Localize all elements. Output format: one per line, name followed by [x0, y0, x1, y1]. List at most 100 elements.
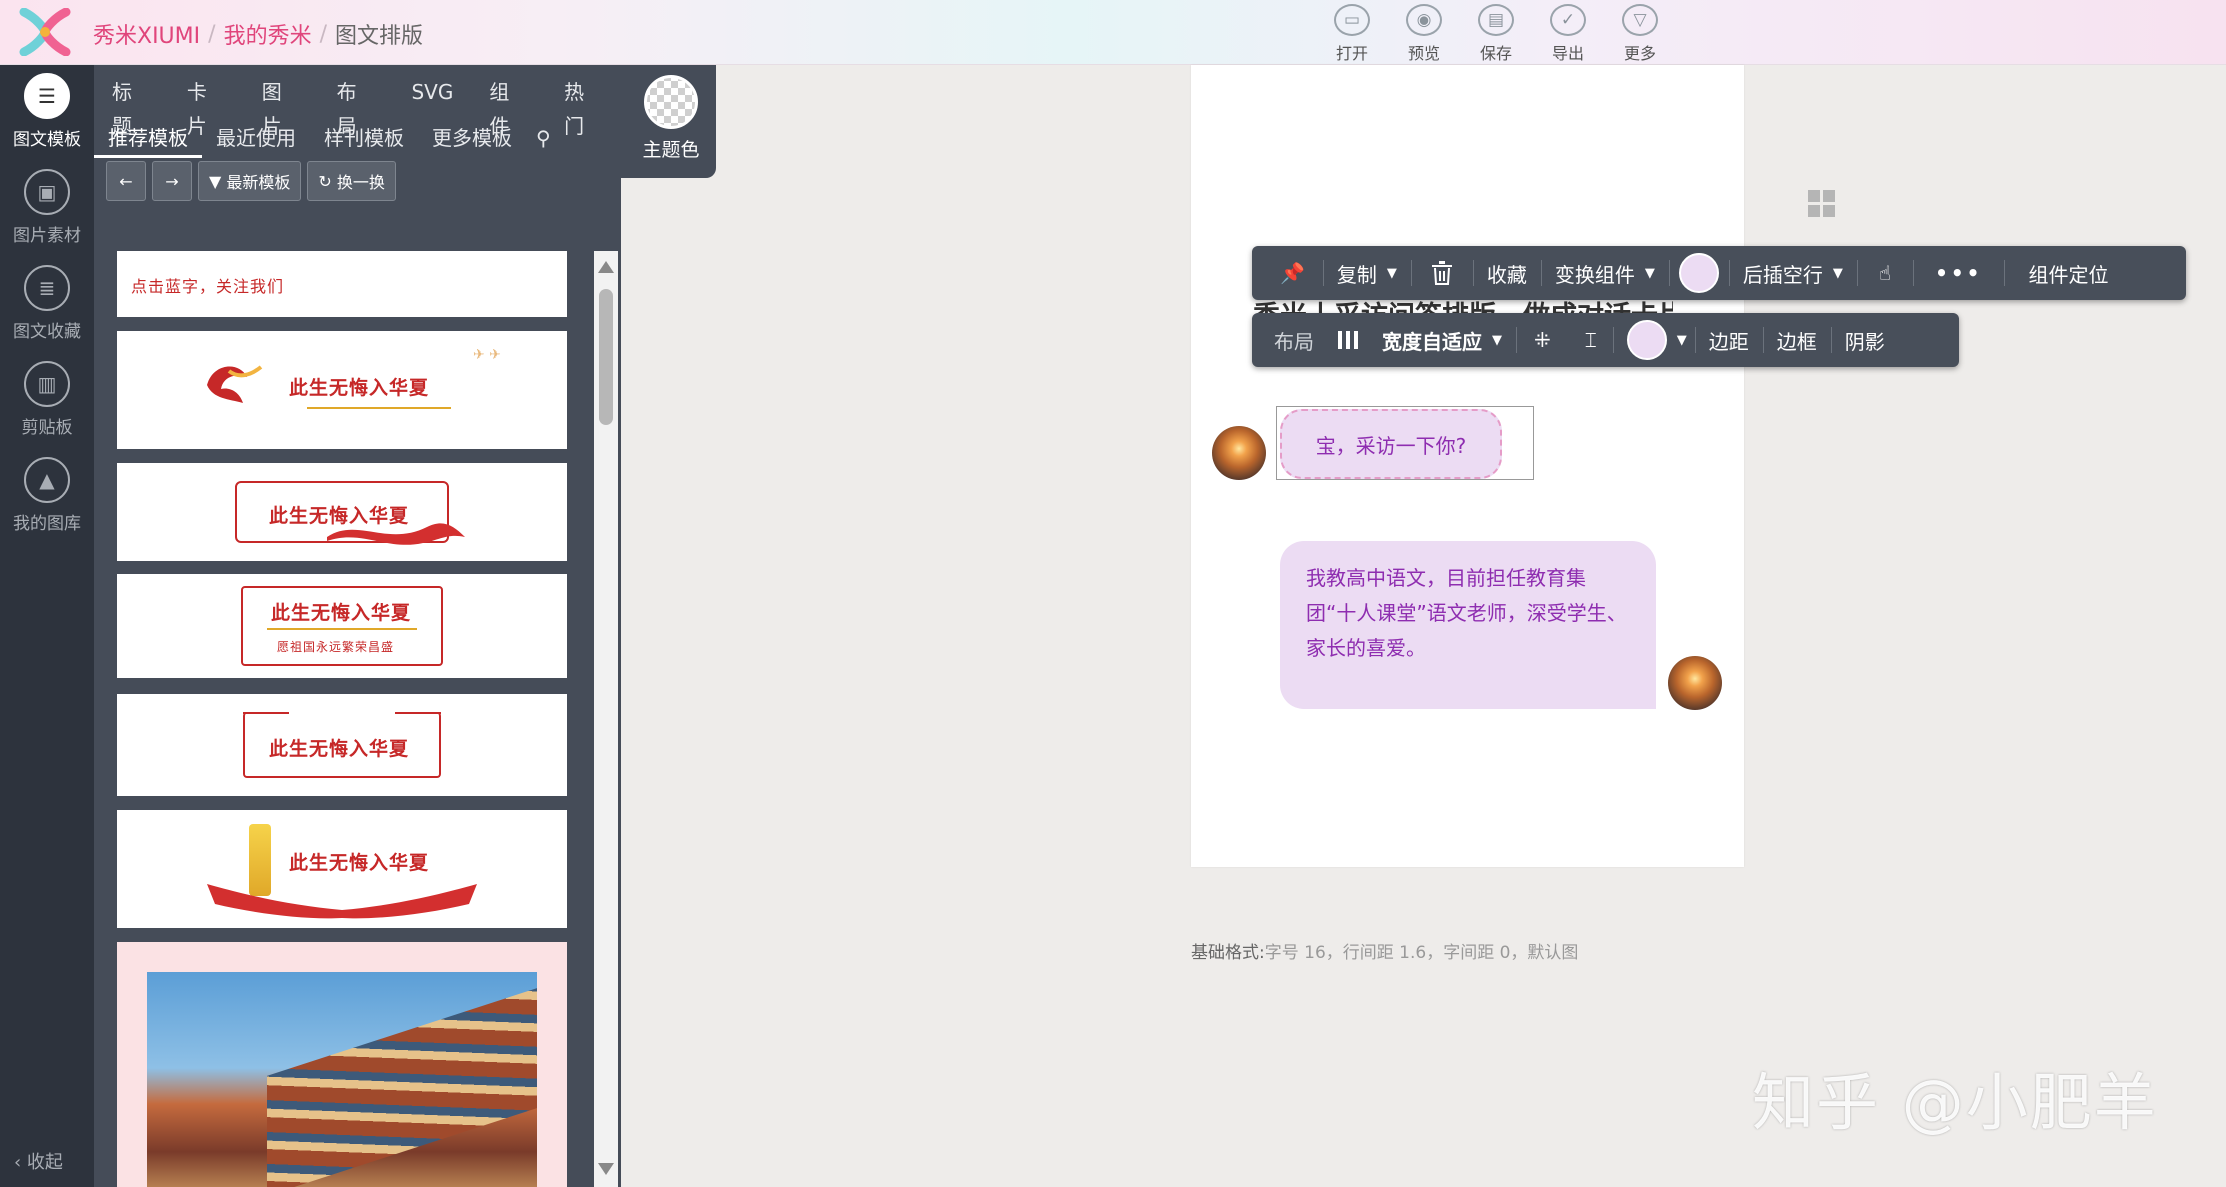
align-button[interactable]: ⁜	[1516, 313, 1569, 367]
bg-color-picker[interactable]: ▼	[1612, 313, 1695, 367]
pin-button[interactable]: 📌	[1252, 246, 1323, 300]
component-toolbar: 📌 复制 ▼ 收藏 变换组件 ▼ 后插空行 ▼ ☝ ••• 组件定位	[1252, 246, 2186, 300]
chat-bubble-question[interactable]: 宝，采访一下你?	[1280, 409, 1502, 479]
more-options-button[interactable]: •••	[1913, 246, 2004, 300]
switch-component-button[interactable]: 变换组件 ▼	[1540, 246, 1669, 300]
frame-corner	[243, 712, 289, 714]
top-header: 秀米XIUMI / 我的秀米 / 图文排版 ▭ 打开 ◉ 预览 ▤ 保存 ✓ 导…	[0, 0, 2226, 65]
avatar-interviewer	[1212, 426, 1266, 480]
base-format-info: 基础格式:字号 16，行间距 1.6，字间距 0，默认图	[1191, 938, 1578, 963]
layout-label: 布局	[1274, 329, 1314, 354]
subtab-more[interactable]: 更多模板	[418, 118, 526, 158]
margin-label: 边距	[1708, 329, 1749, 354]
rail-item-templates[interactable]: ☰ 图文模板	[0, 73, 94, 163]
subtab-recent[interactable]: 最近使用	[202, 118, 310, 158]
export-label: 导出	[1551, 44, 1584, 63]
rail-item-label: 剪贴板	[21, 418, 73, 438]
collect-label: 收藏	[1486, 262, 1527, 287]
preview-label: 预览	[1407, 44, 1440, 63]
shadow-button[interactable]: 阴影	[1830, 313, 1907, 367]
width-fit-label: 宽度自适应	[1382, 329, 1482, 354]
open-button[interactable]: ▭ 打开	[1316, 0, 1388, 64]
chat-bubble-answer[interactable]: 我教高中语文，目前担任教育集团“十人课堂”语文老师，深受学生、家长的喜爱。	[1280, 541, 1656, 709]
avatar-interviewee	[1668, 656, 1722, 710]
theme-color-picker[interactable]: 主题色	[641, 75, 701, 165]
xiumi-logo-icon[interactable]	[18, 8, 72, 56]
grid-icon[interactable]	[1808, 190, 1836, 218]
template-card[interactable]: 此生无悔入华夏	[117, 810, 567, 928]
forward-button[interactable]: →	[152, 161, 192, 201]
search-icon[interactable]: ⚲	[536, 126, 551, 150]
breadcrumb: 秀米XIUMI / 我的秀米 / 图文排版	[93, 18, 423, 50]
template-card[interactable]: 此生无悔入华夏	[117, 463, 567, 561]
breadcrumb-current: 图文排版	[335, 24, 424, 49]
theme-color-label: 主题色	[642, 139, 700, 161]
switch-component-label: 变换组件	[1554, 262, 1635, 287]
collect-button[interactable]: 收藏	[1472, 246, 1541, 300]
margin-button[interactable]: 边距	[1694, 313, 1763, 367]
newest-template-button[interactable]: ▼ 最新模板	[198, 161, 302, 201]
caret-down-icon: ▼	[1644, 265, 1655, 281]
template-icon: ☰	[24, 73, 70, 119]
template-text: 此生无悔入华夏	[289, 852, 430, 874]
width-fit-dropdown[interactable]: 宽度自适应 ▼	[1368, 313, 1516, 367]
delete-button[interactable]	[1410, 246, 1473, 300]
subtab-sample[interactable]: 样刊模板	[310, 118, 418, 158]
locate-component-button[interactable]: 组件定位	[2004, 246, 2132, 300]
arrow-right-icon: →	[165, 171, 179, 191]
template-text: 此生无悔入华夏	[269, 738, 410, 760]
border-button[interactable]: 边框	[1762, 313, 1831, 367]
scroll-down-icon[interactable]	[598, 1163, 614, 1175]
more-button[interactable]: ▽ 更多	[1604, 0, 1676, 64]
rail-item-label: 图文收藏	[13, 322, 81, 342]
preview-button[interactable]: ◉ 预览	[1388, 0, 1460, 64]
grid-cell	[1823, 190, 1835, 202]
pointer-tool-button[interactable]: ☝	[1856, 246, 1913, 300]
rail-item-gallery[interactable]: ▲ 我的图库	[0, 457, 94, 547]
left-nav-rail: ☰ 图文模板 ▣ 图片素材 ≣ 图文收藏 ▥ 剪贴板 ▲ 我的图库 ‹ 收起	[0, 65, 94, 1187]
tab-hot[interactable]: 热门	[546, 75, 621, 143]
breadcrumb-xiumi[interactable]: 秀米XIUMI	[93, 18, 200, 50]
template-card[interactable]: 此生无悔入华夏 愿祖国永远繁荣昌盛	[117, 574, 567, 678]
breadcrumb-separator: /	[319, 21, 327, 47]
template-card[interactable]	[117, 942, 567, 1187]
ribbon-dragon-icon	[207, 365, 263, 403]
scrollbar-thumb[interactable]	[599, 289, 613, 425]
export-button[interactable]: ✓ 导出	[1532, 0, 1604, 64]
breadcrumb-my-xiumi[interactable]: 我的秀米	[224, 18, 312, 50]
subtab-row: 推荐模板 最近使用 样刊模板 更多模板 ⚲	[94, 118, 551, 158]
watermark: 知乎 @小肥羊	[1752, 1066, 2158, 1139]
align-grid-icon: ⁜	[1534, 328, 1551, 352]
insert-after-button[interactable]: 后插空行 ▼	[1728, 246, 1857, 300]
template-card[interactable]: 此生无悔入华夏	[117, 694, 567, 796]
rail-item-label: 图文模板	[13, 130, 81, 150]
rail-item-clipboard[interactable]: ▥ 剪贴板	[0, 361, 94, 451]
folder-icon: ▭	[1334, 4, 1370, 36]
template-subtext: 愿祖国永远繁荣昌盛	[277, 640, 395, 654]
scroll-up-icon[interactable]	[598, 261, 614, 273]
back-button[interactable]: ←	[106, 161, 146, 201]
preview-icon: ◉	[1406, 4, 1442, 36]
save-button[interactable]: ▤ 保存	[1460, 0, 1532, 64]
template-card[interactable]: 点击蓝字，关注我们	[117, 251, 567, 317]
refresh-icon: ↻	[318, 171, 337, 191]
template-card[interactable]: 此生无悔入华夏 ✈ ✈	[117, 331, 567, 449]
rail-item-images[interactable]: ▣ 图片素材	[0, 169, 94, 259]
copy-button[interactable]: 复制 ▼	[1322, 246, 1411, 300]
collapse-button[interactable]: ‹ 收起	[14, 1148, 63, 1174]
template-text: 此生无悔入华夏	[289, 377, 430, 399]
locate-component-label: 组件定位	[2028, 262, 2109, 287]
shuffle-button[interactable]: ↻ 换一换	[307, 161, 396, 201]
columns-button[interactable]	[1328, 313, 1368, 367]
save-label: 保存	[1479, 44, 1512, 63]
transparent-swatch-icon	[644, 75, 698, 129]
rail-item-favorites[interactable]: ≣ 图文收藏	[0, 265, 94, 355]
text-cursor-button[interactable]: ⌶	[1569, 313, 1613, 367]
base-format-label: 基础格式:	[1191, 943, 1265, 963]
open-label: 打开	[1335, 44, 1368, 63]
bubble-color-picker[interactable]	[1668, 246, 1729, 300]
subtab-recommended[interactable]: 推荐模板	[94, 118, 202, 158]
favorite-icon: ≣	[24, 265, 70, 311]
gold-underline	[307, 407, 451, 409]
template-list-scrollbar[interactable]	[594, 251, 618, 1187]
